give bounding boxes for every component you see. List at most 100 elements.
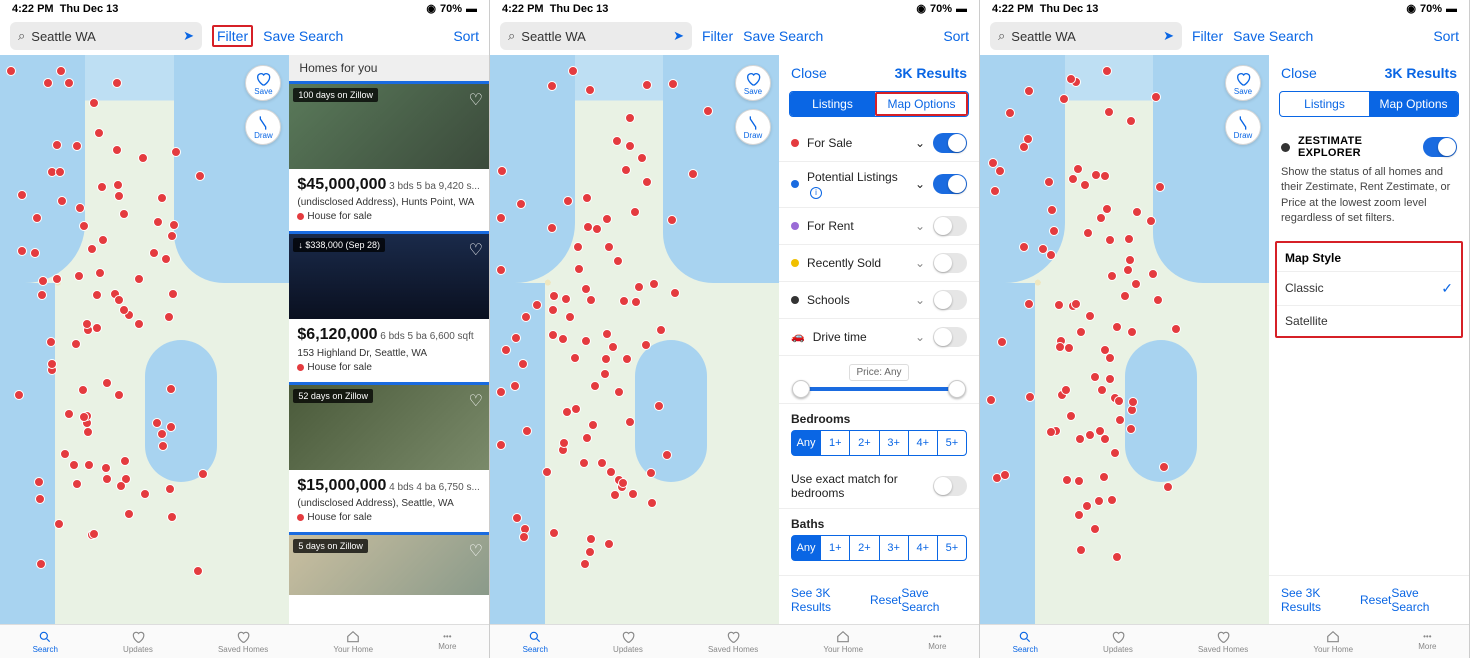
map-style-classic[interactable]: Classic✓	[1277, 271, 1461, 305]
toggle-recently-sold[interactable]	[933, 253, 967, 273]
see-results-button[interactable]: See 3K Results	[791, 586, 870, 614]
battery-icon: ▬	[466, 3, 477, 15]
sort-button[interactable]: Sort	[943, 28, 969, 44]
tab-saved-homes[interactable]: Saved Homes	[218, 630, 268, 654]
listing-card[interactable]: 5 days on Zillow♡	[289, 532, 489, 595]
results-count[interactable]: 3K Results	[1385, 65, 1457, 81]
tab-more[interactable]: •••More	[438, 632, 456, 651]
favorite-icon[interactable]: ♡	[469, 240, 483, 260]
segmented-control[interactable]: Listings Map Options	[1279, 91, 1459, 117]
tab-your-home[interactable]: Your Home	[1313, 630, 1353, 654]
seg-map-options[interactable]: Map Options	[875, 92, 968, 116]
tab-search[interactable]: Search	[523, 630, 548, 654]
location-arrow-icon[interactable]: ➤	[183, 28, 194, 44]
filter-button[interactable]: Filter	[1192, 28, 1223, 44]
see-results-button[interactable]: See 3K Results	[1281, 586, 1360, 614]
toggle-drive-time[interactable]	[933, 327, 967, 347]
favorite-icon[interactable]: ♡	[469, 541, 483, 561]
toolbar: ⌕ Seattle WA ➤ Filter Save Search Sort	[0, 17, 489, 55]
filter-for-rent[interactable]: For Rent⌄	[779, 208, 979, 245]
baths-chips[interactable]: Any 1+ 2+ 3+ 4+ 5+	[779, 535, 979, 569]
search-input[interactable]: ⌕ Seattle WA ➤	[10, 22, 202, 50]
toggle-for-rent[interactable]	[933, 216, 967, 236]
status-bar: 4:22 PM Thu Dec 13 ◉70%▬	[0, 0, 489, 17]
toggle-schools[interactable]	[933, 290, 967, 310]
filter-drive-time[interactable]: 🚗Drive time⌄	[779, 319, 979, 356]
info-icon[interactable]: i	[810, 187, 822, 199]
results-count[interactable]: 3K Results	[895, 65, 967, 81]
more-icon: •••	[443, 632, 451, 641]
search-input[interactable]: ⌕ Seattle WA ➤	[990, 22, 1182, 50]
tab-saved-homes[interactable]: Saved Homes	[1198, 630, 1248, 654]
close-button[interactable]: Close	[791, 65, 827, 81]
filter-recently-sold[interactable]: Recently Sold⌄	[779, 245, 979, 282]
tab-updates[interactable]: Updates	[123, 630, 153, 654]
map-view[interactable]: Save Draw	[0, 55, 289, 624]
tab-updates[interactable]: Updates	[613, 630, 643, 654]
toggle-potential[interactable]	[933, 174, 967, 194]
search-icon: ⌕	[18, 28, 25, 44]
results-list[interactable]: Homes for you 100 days on Zillow♡ $45,00…	[289, 55, 489, 624]
sort-button[interactable]: Sort	[453, 28, 479, 44]
save-search-button[interactable]: Save Search	[1391, 586, 1457, 614]
reset-button[interactable]: Reset	[1360, 593, 1391, 607]
tab-more[interactable]: •••More	[928, 632, 946, 651]
wifi-icon: ◉	[426, 2, 436, 15]
tab-search[interactable]: Search	[1013, 630, 1038, 654]
map-view[interactable]: Save Draw	[490, 55, 779, 624]
seg-map-options[interactable]: Map Options	[1369, 92, 1458, 116]
save-search-button[interactable]: Save Search	[1233, 28, 1313, 44]
filter-schools[interactable]: Schools⌄	[779, 282, 979, 319]
toggle-zestimate[interactable]	[1423, 137, 1457, 157]
map-draw-button[interactable]: Draw	[735, 109, 771, 145]
panel-footer: See 3K Results Reset Save Search	[1269, 575, 1469, 624]
map-save-button[interactable]: Save	[1225, 65, 1261, 101]
chevron-down-icon: ⌄	[915, 136, 925, 150]
screen-2: 4:22 PM Thu Dec 13 ◉70%▬ ⌕ Seattle WA ➤ …	[490, 0, 980, 658]
listing-card[interactable]: 52 days on Zillow♡ $15,000,000 4 bds 4 b…	[289, 382, 489, 532]
exact-match-toggle[interactable]: Use exact match for bedrooms	[779, 464, 979, 509]
save-search-button[interactable]: Save Search	[743, 28, 823, 44]
map-save-button[interactable]: Save	[735, 65, 771, 101]
tab-saved-homes[interactable]: Saved Homes	[708, 630, 758, 654]
chevron-down-icon: ⌄	[915, 219, 925, 233]
tab-more[interactable]: •••More	[1418, 632, 1436, 651]
location-arrow-icon[interactable]: ➤	[1163, 28, 1174, 44]
location-arrow-icon[interactable]: ➤	[673, 28, 684, 44]
favorite-icon[interactable]: ♡	[469, 90, 483, 110]
map-view[interactable]: Save Draw	[980, 55, 1269, 624]
close-button[interactable]: Close	[1281, 65, 1317, 81]
save-search-button[interactable]: Save Search	[263, 28, 343, 44]
search-input[interactable]: ⌕ Seattle WA ➤	[500, 22, 692, 50]
map-draw-button[interactable]: Draw	[1225, 109, 1261, 145]
tab-your-home[interactable]: Your Home	[333, 630, 373, 654]
save-search-button[interactable]: Save Search	[901, 586, 967, 614]
zestimate-explorer-row[interactable]: ZESTIMATE EXPLORER	[1269, 125, 1469, 163]
map-style-satellite[interactable]: Satellite	[1277, 305, 1461, 336]
filter-button[interactable]: Filter	[212, 25, 253, 47]
price-slider[interactable]: Price: Any	[779, 356, 979, 404]
listing-card[interactable]: ↓ $338,000 (Sep 28)♡ $6,120,000 6 bds 5 …	[289, 231, 489, 381]
seg-listings[interactable]: Listings	[1280, 92, 1369, 116]
segmented-control[interactable]: Listings Map Options	[789, 91, 969, 117]
tab-updates[interactable]: Updates	[1103, 630, 1133, 654]
filter-potential[interactable]: Potential Listingsi⌄	[779, 162, 979, 208]
listing-card[interactable]: 100 days on Zillow♡ $45,000,000 3 bds 5 …	[289, 81, 489, 231]
filter-button[interactable]: Filter	[702, 28, 733, 44]
bedrooms-chips[interactable]: Any 1+ 2+ 3+ 4+ 5+	[779, 430, 979, 464]
status-bar: 4:22 PM Thu Dec 13 ◉70%▬	[980, 0, 1469, 17]
filter-for-sale[interactable]: For Sale⌄	[779, 125, 979, 162]
tab-your-home[interactable]: Your Home	[823, 630, 863, 654]
map-style-label: Map Style	[1277, 243, 1461, 271]
tab-bar: Search Updates Saved Homes Your Home •••…	[490, 624, 979, 658]
tab-search[interactable]: Search	[33, 630, 58, 654]
seg-listings[interactable]: Listings	[790, 92, 875, 116]
reset-button[interactable]: Reset	[870, 593, 901, 607]
toggle-for-sale[interactable]	[933, 133, 967, 153]
tab-bar: Search Updates Saved Homes Your Home •••…	[0, 624, 489, 658]
chevron-down-icon: ⌄	[915, 330, 925, 344]
favorite-icon[interactable]: ♡	[469, 391, 483, 411]
toolbar: ⌕ Seattle WA ➤ Filter Save Search Sort	[490, 17, 979, 55]
screen-1: 4:22 PM Thu Dec 13 ◉70%▬ ⌕ Seattle WA ➤ …	[0, 0, 490, 658]
sort-button[interactable]: Sort	[1433, 28, 1459, 44]
